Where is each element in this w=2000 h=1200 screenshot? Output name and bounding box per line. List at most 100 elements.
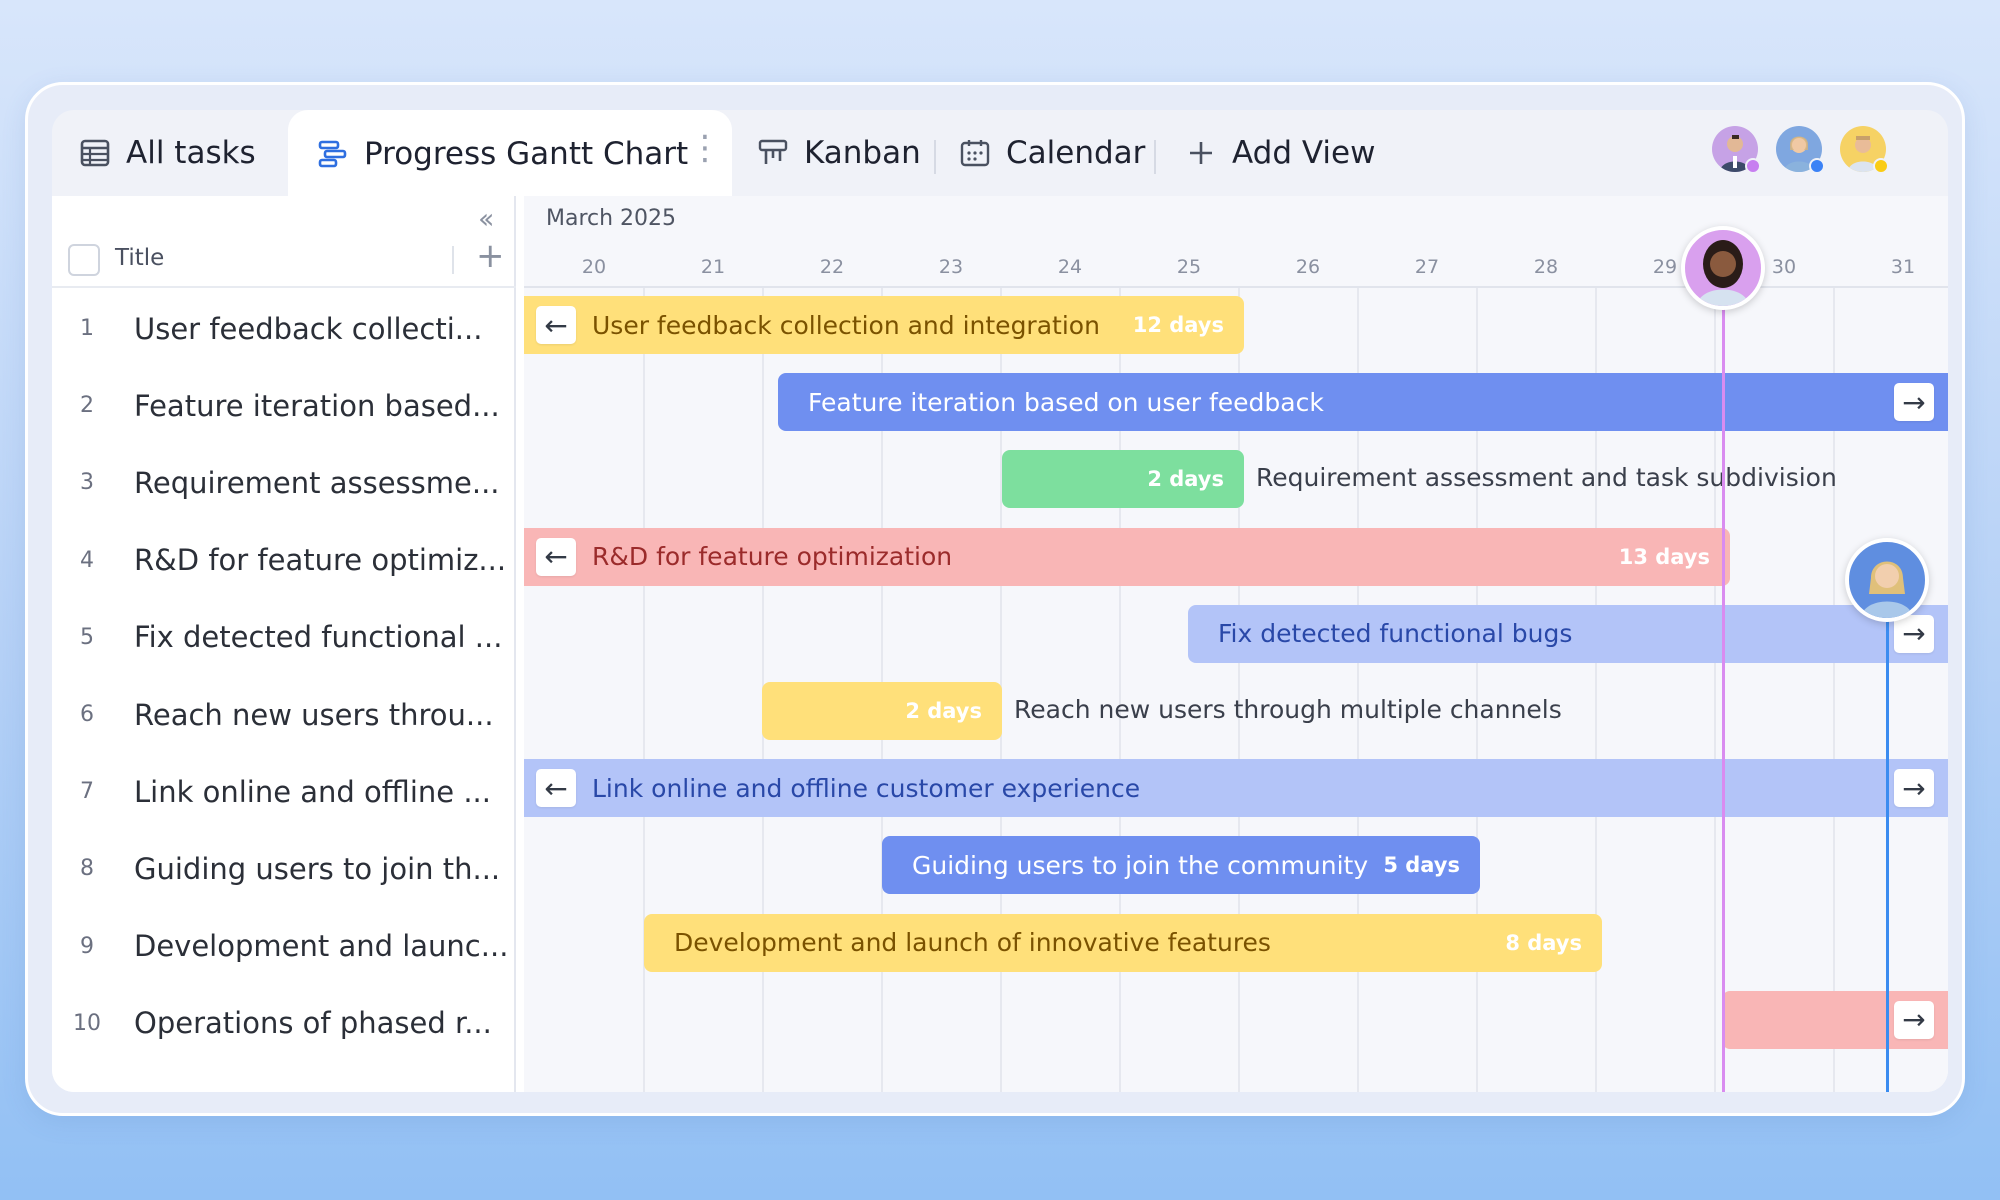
column-divider [452,246,454,274]
task-row[interactable]: 2 Feature iteration based... [52,367,516,444]
row-number: 5 [80,624,94,650]
task-title: Operations of phased r... [134,1006,492,1041]
status-dot [1809,158,1825,174]
task-list: ‹‹ Title + 1 User feedback collecti... 2 Fe… [52,196,516,1092]
collaborator-avatar[interactable] [1840,126,1889,174]
bar-label: Development and launch of innovative fea… [674,928,1271,958]
task-title: Development and launc... [134,929,509,964]
scroll-right-arrow-icon[interactable]: → [1894,1000,1934,1039]
tab-label: Calendar [1006,135,1146,171]
task-title: Feature iteration based... [134,388,500,423]
scroll-left-arrow-icon[interactable]: ← [536,769,576,808]
task-row[interactable]: 8 Guiding users to join th... [52,830,516,907]
task-row[interactable]: 1 User feedback collecti... [52,290,516,367]
gantt-bar[interactable]: Fix detected functional bugs → [1188,604,1948,663]
tab-divider [1154,140,1156,174]
status-dot [1873,158,1889,174]
collapse-panel-icon[interactable]: ‹‹ [478,202,495,235]
day-label: 28 [1533,256,1559,278]
day-label: 21 [700,256,726,278]
bar-label: Link online and offline customer experie… [592,773,1141,803]
gantt-bar[interactable]: ← R&D for feature optimization 13 days [524,527,1730,586]
day-label: 25 [1176,256,1202,278]
task-title: Guiding users to join th... [134,851,501,886]
duration-badge: 12 days [1132,313,1224,337]
tab-label: All tasks [126,135,256,171]
scroll-right-arrow-icon[interactable]: → [1894,769,1934,808]
task-row[interactable]: 4 R&D for feature optimiz... [52,522,516,599]
task-title: Reach new users throu... [134,697,494,732]
collaborator-avatar[interactable] [1776,126,1825,174]
scroll-left-arrow-icon[interactable]: ← [536,306,576,344]
gantt-bar[interactable]: ← Link online and offline customer experi… [524,759,1948,818]
gantt-timeline: March 2025 20 21 22 23 24 25 26 27 28 29 30 31 ← Use… [524,196,1948,1092]
add-column-icon[interactable]: + [476,236,505,276]
gantt-bar[interactable]: 2 days [762,682,1002,740]
task-row[interactable]: 5 Fix detected functional ... [52,599,516,676]
tab-calendar[interactable]: Calendar [958,110,1148,196]
task-row[interactable]: 6 Reach new users throu... [52,676,516,753]
tab-progress-gantt-chart[interactable]: Progress Gantt Chart [288,110,732,198]
row-number: 7 [80,779,94,805]
duration-badge: 8 days [1505,930,1582,955]
scroll-right-arrow-icon[interactable]: → [1894,383,1934,422]
row-number: 10 [73,1010,101,1036]
gantt-panel: All tasks Progress Gantt Chart ⋮ Kanban … [52,110,1948,1092]
task-row[interactable]: 3 Requirement assessme... [52,444,516,521]
add-view-button[interactable]: Add View [1184,110,1384,196]
column-header-title: Title [115,245,165,271]
more-options-icon[interactable]: ⋮ [688,128,722,168]
day-label: 31 [1890,256,1916,278]
row-number: 4 [80,547,94,573]
row-number: 8 [80,856,94,882]
gantt-bar[interactable]: Development and launch of innovative fea… [644,913,1602,972]
bar-label: Feature iteration based on user feedback [808,387,1324,417]
tab-label: Progress Gantt Chart [364,136,689,172]
day-label: 23 [938,256,964,278]
month-label: March 2025 [546,206,677,231]
duration-badge: 5 days [1383,853,1460,878]
table-icon [78,136,112,170]
bar-label: Guiding users to join the community [912,850,1369,880]
assignee-avatar[interactable] [1681,226,1765,310]
assignee-avatar[interactable] [1845,538,1929,622]
kanban-icon [756,136,790,170]
select-all-checkbox[interactable] [68,244,100,276]
task-row[interactable]: 7 Link online and offline ... [52,753,516,830]
task-title: Link online and offline ... [134,774,491,809]
bar-outside-label: Reach new users through multiple channel… [1014,695,1562,724]
status-dot [1745,158,1761,174]
day-gridline [643,288,645,1092]
day-label: 24 [1057,256,1083,278]
scroll-right-arrow-icon[interactable]: → [1894,614,1934,653]
bar-label: Fix detected functional bugs [1218,619,1573,649]
task-title: User feedback collecti... [134,311,483,346]
day-label: 20 [581,256,607,278]
gantt-bar[interactable]: ← User feedback collection and integratio… [524,296,1244,354]
duration-badge: 2 days [1147,467,1224,492]
gantt-bar[interactable]: Feature iteration based on user feedback… [778,373,1948,432]
tab-label: Add View [1232,135,1376,171]
duration-badge: 2 days [905,699,982,723]
gantt-icon [316,137,350,171]
gantt-bar[interactable]: Guiding users to join the community 5 day… [882,836,1480,895]
collaborator-avatar[interactable] [1712,126,1761,174]
scroll-left-arrow-icon[interactable]: ← [536,537,576,576]
tab-kanban[interactable]: Kanban [756,110,926,196]
today-marker-line [1722,306,1725,1092]
bar-outside-label: Requirement assessment and task subdivis… [1256,463,1837,493]
task-list-header: ‹‹ Title + [52,196,516,288]
tab-all-tasks[interactable]: All tasks [78,110,268,196]
row-number: 2 [80,393,94,419]
tab-label: Kanban [804,135,921,171]
row-number: 9 [80,933,94,959]
day-label: 26 [1295,256,1321,278]
gantt-bar[interactable]: → [1722,990,1948,1049]
tab-divider [934,140,936,174]
task-row[interactable]: 9 Development and launc... [52,908,516,985]
task-row[interactable]: 10 Operations of phased r... [52,985,516,1062]
gantt-bar[interactable]: 2 days [1002,450,1244,509]
row-number: 6 [80,702,94,727]
day-label: 27 [1414,256,1440,278]
task-title: Requirement assessme... [134,465,500,500]
